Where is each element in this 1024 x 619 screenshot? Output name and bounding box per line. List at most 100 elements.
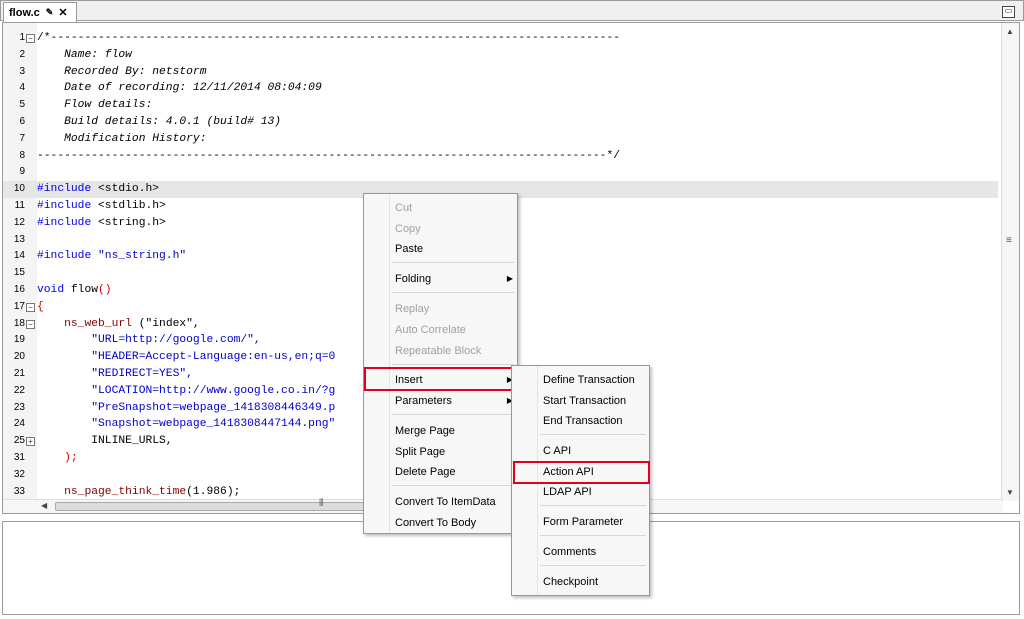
- menu-item-convert-itemdata[interactable]: Convert To ItemData: [364, 492, 517, 512]
- code-line[interactable]: 8 ---------------------------------------…: [3, 148, 998, 165]
- editor-tab-bar: flow.c ✎ ✕ ▭: [0, 0, 1024, 22]
- menu-item-delete-page[interactable]: Delete Page: [364, 462, 517, 482]
- highlight-box-action-api: [513, 461, 650, 484]
- menu-item-checkpoint[interactable]: Checkpoint: [512, 572, 649, 592]
- menu-item-paste[interactable]: Paste: [364, 239, 517, 259]
- menu-separator: [540, 434, 646, 435]
- menu-item-parameters[interactable]: Parameters ▶: [364, 391, 517, 411]
- line-number: 32: [13, 468, 25, 480]
- menu-item-repeatable-block: Repeatable Block: [395, 345, 482, 357]
- code-line[interactable]: 2 Name: flow: [3, 47, 998, 64]
- collapse-fold-icon[interactable]: −: [26, 34, 35, 43]
- vertical-scrollbar[interactable]: ▲ ≡ ▼: [1001, 23, 1019, 501]
- code-text: INLINE_URLS,: [37, 435, 173, 448]
- menu-item-split-page[interactable]: Split Page: [364, 442, 517, 462]
- code-text: Recorded By: netstorm: [37, 65, 207, 78]
- line-number: 13: [13, 233, 25, 245]
- menu-item-folding[interactable]: Folding ▶: [364, 269, 517, 289]
- line-number: 16: [13, 283, 25, 295]
- line-number: 12: [13, 216, 25, 228]
- scroll-up-icon[interactable]: ▲: [1006, 27, 1014, 36]
- line-number: 2: [19, 48, 25, 60]
- menu-item-c-api[interactable]: C API: [512, 441, 649, 461]
- tab-title: flow.c: [9, 6, 40, 19]
- collapse-fold-icon[interactable]: −: [26, 302, 35, 312]
- line-number: 9: [19, 166, 25, 178]
- menu-separator: [392, 485, 514, 486]
- line-number: 18: [13, 317, 25, 329]
- line-number: 22: [13, 384, 25, 396]
- menu-item-merge-page[interactable]: Merge Page: [364, 421, 517, 441]
- code-line[interactable]: 3 Recorded By: netstorm: [3, 64, 998, 81]
- code-text: Date of recording: 12/11/2014 08:04:09: [37, 82, 322, 95]
- menu-item-define-transaction[interactable]: Define Transaction: [512, 370, 649, 390]
- collapse-fold-icon[interactable]: −: [26, 319, 35, 329]
- code-line[interactable]: 7 Modification History:: [3, 131, 998, 148]
- menu-separator: [392, 414, 514, 415]
- menu-item-form-parameter[interactable]: Form Parameter: [512, 512, 649, 532]
- menu-separator: [392, 364, 514, 365]
- line-number: 6: [19, 115, 25, 127]
- menu-separator: [540, 535, 646, 536]
- menu-item-end-transaction[interactable]: End Transaction: [512, 411, 649, 431]
- line-number: 24: [13, 418, 25, 430]
- scroll-grip-icon[interactable]: ≡: [1006, 235, 1012, 246]
- menu-item-auto-correlate: Auto Correlate: [395, 324, 466, 336]
- highlight-box-insert: [364, 367, 518, 391]
- code-text: "Snapshot=webpage_1418308447144.png": [37, 418, 336, 431]
- menu-item-copy: Copy: [395, 223, 421, 235]
- line-number: 21: [13, 367, 25, 379]
- code-text: Modification History:: [37, 132, 207, 145]
- context-menu: Cut Copy Paste Folding ▶ Replay Auto Cor…: [363, 193, 518, 534]
- code-line[interactable]: 5 Flow details:: [3, 97, 998, 114]
- menu-item-label: Folding: [395, 273, 432, 285]
- line-number: 4: [19, 82, 25, 94]
- code-text: Build details: 4.0.1 (build# 13): [37, 115, 282, 128]
- menu-item-ldap-api[interactable]: LDAP API: [512, 482, 649, 502]
- line-number: 3: [19, 65, 25, 77]
- line-number: 17: [13, 300, 25, 312]
- menu-item-cut: Cut: [395, 202, 413, 214]
- code-text: #include <stdio.h>: [37, 183, 160, 196]
- menu-item-comments[interactable]: Comments: [512, 542, 649, 562]
- menu-item-convert-body[interactable]: Convert To Body: [364, 513, 517, 533]
- submenu-arrow-icon: ▶: [506, 274, 513, 283]
- tab-flow-c[interactable]: flow.c ✎ ✕: [3, 2, 77, 22]
- code-text: #include <string.h>: [37, 216, 166, 229]
- pin-icon[interactable]: ✎: [46, 7, 54, 18]
- menu-separator: [392, 262, 514, 263]
- close-icon[interactable]: ✕: [58, 6, 67, 19]
- line-number: 8: [19, 149, 25, 161]
- code-text: "LOCATION=http://www.google.co.in/?g: [37, 384, 336, 397]
- expand-fold-icon[interactable]: +: [26, 437, 35, 447]
- line-number: 10: [13, 183, 25, 195]
- line-number: 5: [19, 99, 25, 111]
- line-number: 31: [13, 451, 25, 463]
- code-text: #include <stdlib.h>: [37, 199, 166, 212]
- scroll-down-icon[interactable]: ▼: [1006, 488, 1014, 497]
- scroll-left-icon[interactable]: ◀: [41, 501, 47, 510]
- code-text: {: [37, 300, 44, 313]
- code-line[interactable]: 9: [3, 164, 998, 181]
- code-text: Name: flow: [37, 48, 132, 61]
- code-line[interactable]: 6 Build details: 4.0.1 (build# 13): [3, 114, 998, 131]
- menu-item-label: Parameters: [395, 395, 452, 407]
- line-number: 20: [13, 351, 25, 363]
- line-number: 25: [13, 435, 25, 447]
- line-number: 15: [13, 267, 25, 279]
- line-number: 11: [14, 199, 25, 211]
- line-number: 14: [13, 250, 25, 262]
- code-text: ns_web_url ("index",: [37, 317, 200, 330]
- line-number: 23: [13, 401, 25, 413]
- menu-item-start-transaction[interactable]: Start Transaction: [512, 391, 649, 411]
- line-number: 19: [13, 334, 25, 346]
- code-text: "URL=http://google.com/",: [37, 334, 261, 347]
- code-line[interactable]: 1−/*------------------------------------…: [3, 30, 998, 47]
- maximize-icon[interactable]: ▭: [1002, 6, 1015, 18]
- line-number: 7: [19, 132, 25, 144]
- menu-item-replay: Replay: [395, 303, 430, 315]
- scroll-grip-icon[interactable]: ⦀: [319, 498, 323, 509]
- code-text: /*--------------------------------------…: [37, 32, 621, 44]
- menu-separator: [540, 505, 646, 506]
- code-line[interactable]: 4 Date of recording: 12/11/2014 08:04:09: [3, 80, 998, 97]
